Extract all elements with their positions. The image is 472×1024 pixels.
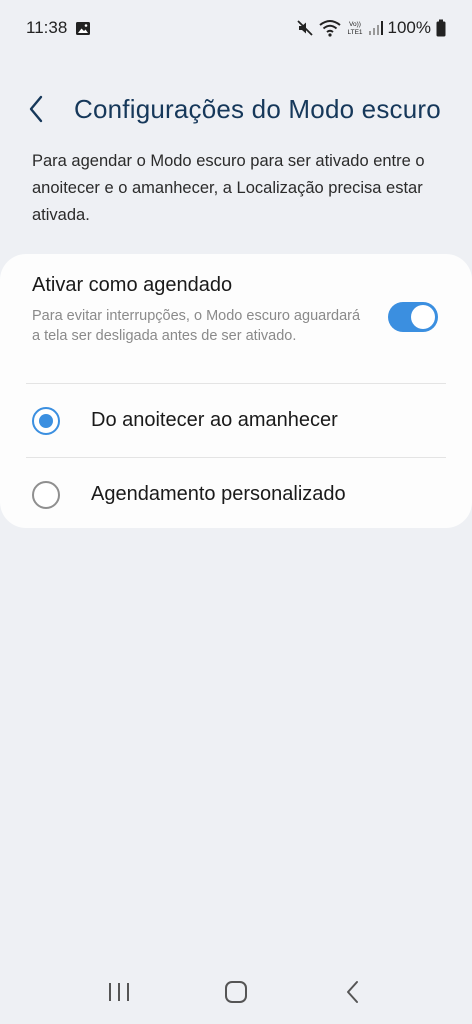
wifi-icon — [318, 19, 341, 37]
status-bar-right: Vo)) LTE1 100% — [296, 18, 446, 38]
screen: 11:38 Vo)) LTE1 100% Configurações do Mo… — [0, 0, 472, 1024]
schedule-toggle-switch[interactable] — [388, 302, 438, 332]
home-icon — [224, 981, 247, 1003]
option-label: Agendamento personalizado — [91, 483, 346, 505]
svg-text:LTE1: LTE1 — [347, 29, 362, 36]
schedule-title: Ativar como agendado — [32, 274, 233, 296]
location-description: Para agendar o Modo escuro para ser ativ… — [32, 152, 425, 224]
option-sunset-to-sunrise[interactable]: Do anoitecer ao amanhecer — [0, 384, 472, 457]
option-custom-schedule[interactable]: Agendamento personalizado — [0, 458, 472, 531]
chevron-left-icon — [29, 95, 43, 123]
back-button[interactable] — [26, 89, 60, 129]
option-label: Do anoitecer ao amanhecer — [91, 409, 338, 431]
schedule-subtitle: Para evitar interrupções, o Modo escuro … — [32, 308, 361, 344]
mute-icon — [296, 19, 314, 37]
status-bar-left: 11:38 — [26, 18, 91, 38]
battery-icon — [436, 19, 446, 37]
page-title: Configurações do Modo escuro — [74, 93, 441, 124]
radio-button-selected[interactable] — [32, 406, 60, 435]
volte-lte-icon: Vo)) LTE1 — [346, 19, 364, 37]
nav-back-button[interactable] — [323, 970, 383, 1014]
recent-apps-icon — [108, 983, 129, 1001]
status-bar: 11:38 Vo)) LTE1 100% — [0, 0, 472, 56]
toggle-knob — [411, 305, 435, 329]
svg-text:Vo)): Vo)) — [349, 21, 361, 28]
home-button[interactable] — [206, 970, 266, 1014]
navigation-bar — [0, 960, 472, 1024]
battery-percentage: 100% — [387, 18, 431, 37]
gallery-notification-icon — [75, 21, 91, 36]
header: Configurações do Modo escuro — [0, 86, 472, 132]
signal-icon — [368, 20, 383, 36]
schedule-toggle-row[interactable]: Ativar como agendado Para evitar interru… — [0, 254, 472, 383]
recent-apps-button[interactable] — [89, 970, 149, 1014]
radio-button-unselected[interactable] — [32, 480, 60, 509]
back-icon — [347, 981, 359, 1003]
schedule-card: Ativar como agendado Para evitar interru… — [0, 254, 472, 528]
status-time: 11:38 — [26, 18, 68, 37]
